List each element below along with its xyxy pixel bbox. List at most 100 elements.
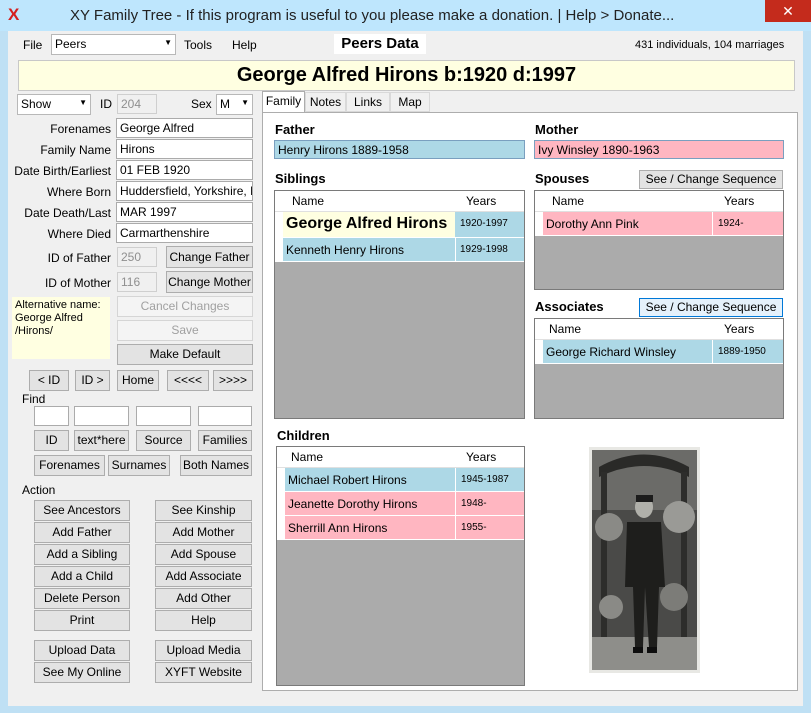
title-bar: X XY Family Tree - If this program is us… bbox=[0, 0, 811, 31]
years-column-header[interactable]: Years bbox=[466, 194, 496, 208]
add-father-button[interactable]: Add Father bbox=[34, 522, 130, 543]
save-button[interactable]: Save bbox=[117, 320, 253, 341]
menu-tools[interactable]: Tools bbox=[184, 38, 212, 52]
where-died-label: Where Died bbox=[47, 227, 111, 241]
find-families-input[interactable] bbox=[198, 406, 252, 426]
xyft-website-button[interactable]: XYFT Website bbox=[155, 662, 252, 683]
years-column-header[interactable]: Years bbox=[724, 322, 754, 336]
see-ancestors-button[interactable]: See Ancestors bbox=[34, 500, 130, 521]
tab-family[interactable]: Family bbox=[262, 91, 305, 113]
find-id-input[interactable] bbox=[34, 406, 69, 426]
table-row[interactable]: Jeanette Dorothy Hirons 1948- bbox=[277, 492, 524, 516]
find-source-button[interactable]: Source bbox=[136, 430, 191, 451]
find-families-button[interactable]: Families bbox=[198, 430, 252, 451]
child-years: 1955- bbox=[461, 522, 487, 533]
add-spouse-button[interactable]: Add Spouse bbox=[155, 544, 252, 565]
add-sibling-button[interactable]: Add a Sibling bbox=[34, 544, 130, 565]
table-row[interactable]: Kenneth Henry Hirons 1929-1998 bbox=[275, 238, 524, 262]
associates-sequence-button[interactable]: See / Change Sequence bbox=[639, 298, 783, 317]
associate-name: George Richard Winsley bbox=[546, 345, 677, 359]
name-column-header[interactable]: Name bbox=[552, 194, 584, 208]
family-name-label: Family Name bbox=[40, 143, 111, 157]
father-id-field[interactable]: 250 bbox=[117, 247, 157, 267]
history-forward-button[interactable]: >>>> bbox=[213, 370, 253, 391]
next-id-button[interactable]: ID > bbox=[75, 370, 110, 391]
name-column-header[interactable]: Name bbox=[291, 450, 323, 464]
add-other-button[interactable]: Add Other bbox=[155, 588, 252, 609]
birth-date-field[interactable]: 01 FEB 1920 bbox=[116, 160, 253, 180]
associates-heading: Associates bbox=[535, 299, 604, 314]
spouses-heading: Spouses bbox=[535, 171, 590, 186]
find-source-input[interactable] bbox=[136, 406, 191, 426]
table-row[interactable]: George Alfred Hirons 1920-1997 bbox=[275, 212, 524, 238]
prev-id-button[interactable]: < ID bbox=[29, 370, 69, 391]
peers-dropdown[interactable]: Peers ▼ bbox=[51, 34, 176, 55]
close-button[interactable]: ✕ bbox=[765, 0, 811, 22]
tab-map[interactable]: Map bbox=[390, 92, 430, 112]
where-born-field[interactable]: Huddersfield, Yorkshire, England bbox=[116, 181, 253, 201]
find-both-names-button[interactable]: Both Names bbox=[180, 455, 252, 476]
upload-media-button[interactable]: Upload Media bbox=[155, 640, 252, 661]
family-name-field[interactable]: Hirons bbox=[116, 139, 253, 159]
spouse-years: 1924- bbox=[718, 218, 744, 229]
associate-years: 1889-1950 bbox=[718, 346, 766, 357]
add-associate-button[interactable]: Add Associate bbox=[155, 566, 252, 587]
add-mother-button[interactable]: Add Mother bbox=[155, 522, 252, 543]
father-field[interactable]: Henry Hirons 1889-1958 bbox=[274, 140, 525, 159]
find-surnames-button[interactable]: Surnames bbox=[108, 455, 170, 476]
show-dropdown[interactable]: Show ▼ bbox=[17, 94, 91, 115]
find-label: Find bbox=[22, 392, 46, 406]
chevron-down-icon: ▼ bbox=[79, 98, 87, 107]
add-child-button[interactable]: Add a Child bbox=[34, 566, 130, 587]
table-row[interactable]: Sherrill Ann Hirons 1955- bbox=[277, 516, 524, 540]
children-grid: Name Years Michael Robert Hirons 1945-19… bbox=[276, 446, 525, 686]
mother-heading: Mother bbox=[535, 122, 579, 137]
associates-header: Name Years bbox=[535, 319, 783, 340]
menu-file[interactable]: File bbox=[23, 38, 42, 52]
person-banner: George Alfred Hirons b:1920 d:1997 bbox=[18, 60, 795, 91]
sex-dropdown[interactable]: M ▼ bbox=[216, 94, 253, 115]
id-field[interactable]: 204 bbox=[117, 94, 157, 114]
table-row[interactable]: Dorothy Ann Pink 1924- bbox=[535, 212, 783, 236]
tab-notes[interactable]: Notes bbox=[305, 92, 346, 112]
cancel-changes-button[interactable]: Cancel Changes bbox=[117, 296, 253, 317]
table-row[interactable]: George Richard Winsley 1889-1950 bbox=[535, 340, 783, 364]
father-heading: Father bbox=[275, 122, 315, 137]
make-default-button[interactable]: Make Default bbox=[117, 344, 253, 365]
find-text-button[interactable]: text*here bbox=[74, 430, 129, 451]
mother-field[interactable]: Ivy Winsley 1890-1963 bbox=[534, 140, 784, 159]
upload-data-button[interactable]: Upload Data bbox=[34, 640, 130, 661]
find-id-button[interactable]: ID bbox=[34, 430, 69, 451]
death-date-field[interactable]: MAR 1997 bbox=[116, 202, 253, 222]
name-column-header[interactable]: Name bbox=[292, 194, 324, 208]
siblings-grid: Name Years George Alfred Hirons 1920-199… bbox=[274, 190, 525, 419]
history-back-button[interactable]: <<<< bbox=[167, 370, 209, 391]
associates-grid: Name Years George Richard Winsley 1889-1… bbox=[534, 318, 784, 419]
mother-id-field[interactable]: 116 bbox=[117, 272, 157, 292]
change-father-button[interactable]: Change Father bbox=[166, 246, 253, 268]
print-button[interactable]: Print bbox=[34, 610, 130, 631]
tab-links[interactable]: Links bbox=[346, 92, 390, 112]
app-icon: X bbox=[8, 5, 20, 24]
name-column-header[interactable]: Name bbox=[549, 322, 581, 336]
spouse-name: Dorothy Ann Pink bbox=[546, 217, 639, 231]
forenames-field[interactable]: George Alfred bbox=[116, 118, 253, 138]
person-photo[interactable] bbox=[589, 447, 700, 673]
spouses-grid: Name Years Dorothy Ann Pink 1924- bbox=[534, 190, 784, 290]
spouses-sequence-button[interactable]: See / Change Sequence bbox=[639, 170, 783, 189]
find-text-input[interactable] bbox=[74, 406, 129, 426]
see-kinship-button[interactable]: See Kinship bbox=[155, 500, 252, 521]
child-years: 1945-1987 bbox=[461, 474, 509, 485]
children-header: Name Years bbox=[277, 447, 524, 468]
change-mother-button[interactable]: Change Mother bbox=[166, 271, 253, 293]
see-my-online-button[interactable]: See My Online bbox=[34, 662, 130, 683]
menu-help[interactable]: Help bbox=[232, 38, 257, 52]
where-died-field[interactable]: Carmarthenshire bbox=[116, 223, 253, 243]
find-forenames-button[interactable]: Forenames bbox=[34, 455, 105, 476]
years-column-header[interactable]: Years bbox=[466, 450, 496, 464]
delete-person-button[interactable]: Delete Person bbox=[34, 588, 130, 609]
years-column-header[interactable]: Years bbox=[724, 194, 754, 208]
table-row[interactable]: Michael Robert Hirons 1945-1987 bbox=[277, 468, 524, 492]
home-button[interactable]: Home bbox=[117, 370, 159, 391]
help-button[interactable]: Help bbox=[155, 610, 252, 631]
